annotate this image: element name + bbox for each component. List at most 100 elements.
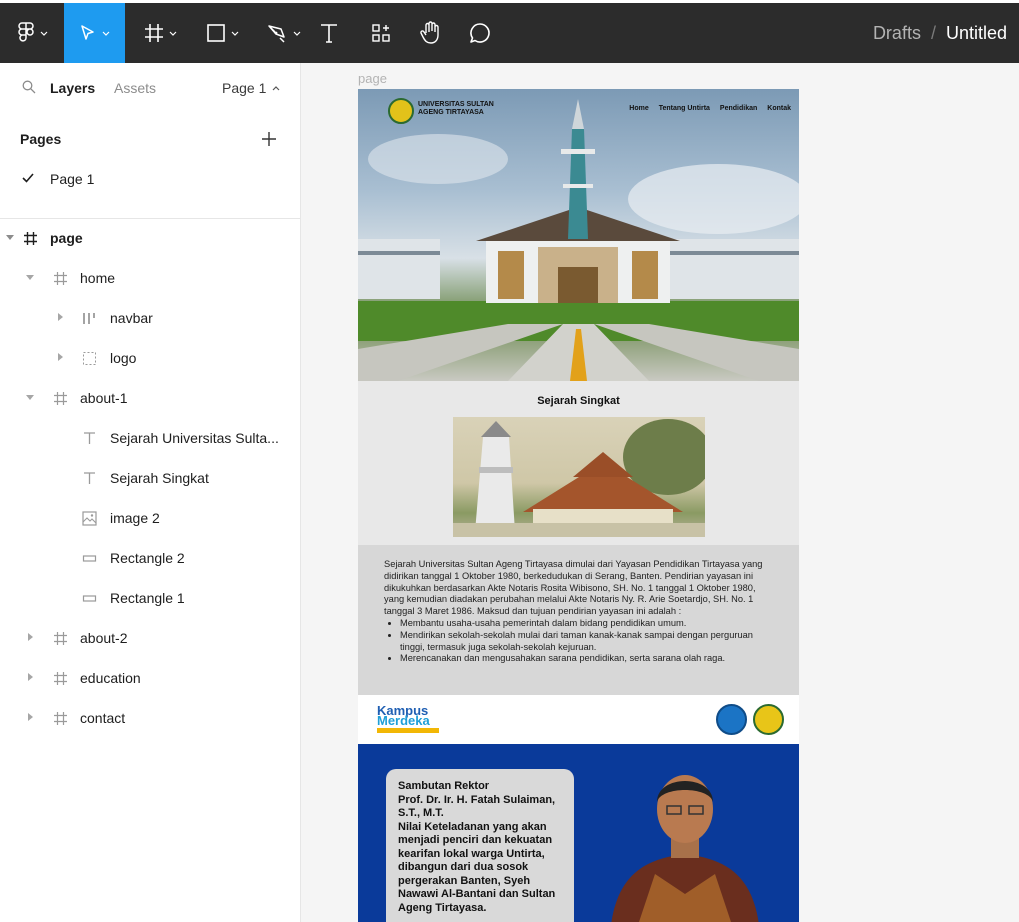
nav-pendidikan-link[interactable]: Pendidikan [720, 105, 757, 112]
chevron-down-icon [293, 31, 300, 36]
caret-collapsed-icon[interactable] [56, 313, 64, 321]
caret-collapsed-icon[interactable] [26, 713, 34, 721]
layer-name: about-1 [80, 390, 128, 406]
page-item-label: Page 1 [50, 171, 95, 187]
page-frame[interactable]: UNIVERSITAS SULTAN AGENG TIRTAYASA Home … [358, 89, 799, 922]
about-1-section[interactable]: Sejarah Singkat [358, 381, 799, 545]
history-illustration [453, 417, 705, 537]
layer-row-logo[interactable]: logo [0, 339, 300, 379]
about-list: Membantu usaha-usaha pemerintah dalam bi… [400, 618, 773, 665]
frame-hash-icon [54, 712, 67, 725]
breadcrumb-drafts[interactable]: Drafts [873, 23, 921, 44]
layer-row-contact[interactable]: contact [0, 699, 300, 739]
kemendikbud-logo [716, 704, 747, 735]
caret-expanded-icon[interactable] [26, 393, 34, 401]
hand-icon [420, 21, 439, 44]
campus-building-photo [358, 99, 799, 381]
shape-tool-button[interactable] [193, 3, 251, 63]
brand-name: UNIVERSITAS SULTAN AGENG TIRTAYASA [418, 101, 508, 117]
layer-name: page [50, 230, 83, 246]
about-list-item: Mendirikan sekolah-sekolah mulai dari ta… [400, 630, 773, 654]
layer-row-page[interactable]: page [0, 219, 300, 259]
nav-kontak-link[interactable]: Kontak [767, 105, 791, 112]
layer-name: Sejarah Singkat [110, 470, 209, 486]
layer-row-about-1[interactable]: about-1 [0, 379, 300, 419]
card-heading: Sambutan Rektor [398, 780, 490, 792]
page-list-item[interactable]: Page 1 [0, 163, 300, 195]
nav-tentang-link[interactable]: Tentang Untirta [659, 105, 710, 112]
about-list-item: Membantu usaha-usaha pemerintah dalam bi… [400, 618, 773, 630]
text-t-icon [84, 432, 95, 444]
tab-layers[interactable]: Layers [50, 80, 95, 96]
comment-tool-button[interactable] [463, 3, 497, 63]
brand-line-2: AGENG TIRTAYASA [418, 109, 484, 116]
breadcrumb: Drafts / Untitled [873, 3, 1007, 63]
layer-row-rectangle-2[interactable]: Rectangle 2 [0, 539, 300, 579]
resources-tool-button[interactable] [363, 3, 399, 63]
hand-tool-button[interactable] [413, 3, 447, 63]
kampus-merdeka-logo-line-2: Merdeka [377, 713, 430, 728]
home-hero-section[interactable]: UNIVERSITAS SULTAN AGENG TIRTAYASA Home … [358, 89, 799, 381]
rectangle-icon [206, 24, 225, 42]
add-page-plus-icon[interactable] [261, 131, 277, 147]
layer-row-about-2[interactable]: about-2 [0, 619, 300, 659]
caret-collapsed-icon[interactable] [26, 633, 34, 641]
components-icon [372, 24, 390, 42]
layer-row-navbar[interactable]: navbar [0, 299, 300, 339]
caret-expanded-icon[interactable] [6, 233, 14, 241]
layer-row-text-sejarah-universitas[interactable]: Sejarah Universitas Sulta... [0, 419, 300, 459]
caret-collapsed-icon[interactable] [56, 353, 64, 361]
layer-row-text-sejarah-singkat[interactable]: Sejarah Singkat [0, 459, 300, 499]
checkmark-icon [22, 173, 34, 183]
layer-row-home[interactable]: home [0, 259, 300, 299]
caret-collapsed-icon[interactable] [26, 673, 34, 681]
rektor-name: Prof. Dr. Ir. H. Fatah Sulaiman, S.T., M… [398, 793, 556, 820]
chevron-down-icon [169, 31, 176, 36]
chevron-up-icon [272, 85, 280, 90]
rektor-photo [611, 775, 759, 922]
text-tool-button[interactable] [312, 3, 346, 63]
chevron-down-icon [102, 31, 110, 36]
nav-home-link[interactable]: Home [629, 105, 648, 112]
layer-row-rectangle-1[interactable]: Rectangle 1 [0, 579, 300, 619]
layer-name: education [80, 670, 141, 686]
frame-tool-button[interactable] [131, 3, 189, 63]
about-list-item: Merencanakan dan mengusahakan sarana pen… [400, 653, 773, 665]
partner-logos-strip[interactable]: Kampus Merdeka [358, 695, 799, 744]
top-toolbar: Drafts / Untitled [0, 0, 1019, 63]
about-1-text-block[interactable]: Sejarah Universitas Sultan Ageng Tirtaya… [358, 545, 799, 695]
tab-assets[interactable]: Assets [114, 80, 156, 96]
frame-label[interactable]: page [358, 71, 387, 86]
frame-hash-icon [54, 392, 67, 405]
move-tool-button[interactable] [64, 3, 125, 63]
file-name[interactable]: Untitled [946, 23, 1007, 44]
frame-hash-icon [54, 272, 67, 285]
about-title: Sejarah Singkat [537, 395, 620, 407]
auto-layout-icon [83, 313, 95, 324]
caret-expanded-icon[interactable] [26, 273, 34, 281]
layer-row-education[interactable]: education [0, 659, 300, 699]
text-t-icon [321, 24, 337, 43]
left-panel: Layers Assets Page 1 Pages Page 1 page h… [0, 63, 301, 922]
main-menu-button[interactable] [0, 3, 64, 63]
rectangle-icon [82, 595, 97, 602]
search-icon[interactable] [22, 80, 36, 94]
layer-row-image-2[interactable]: image 2 [0, 499, 300, 539]
untirta-seal-logo [753, 704, 784, 735]
design-canvas[interactable]: page UNIVERSITAS SULTAN AGENG TIRTAYASA … [301, 63, 1019, 922]
group-dashed-icon [83, 352, 96, 365]
frame-hash-icon [54, 632, 67, 645]
pages-heading: Pages [20, 131, 62, 147]
layer-name: logo [110, 350, 137, 366]
cursor-arrow-icon [81, 25, 94, 40]
image-icon [82, 511, 97, 526]
pen-tool-button[interactable] [254, 3, 312, 63]
chevron-down-icon [40, 31, 47, 36]
about-2-section[interactable]: Sambutan Rektor Prof. Dr. Ir. H. Fatah S… [358, 744, 799, 922]
page-selector[interactable]: Page 1 [222, 80, 280, 96]
text-t-icon [84, 472, 95, 484]
layer-name: Rectangle 2 [110, 550, 185, 566]
untirta-logo[interactable] [388, 98, 414, 124]
frame-hash-icon [24, 232, 37, 245]
chevron-down-icon [231, 31, 238, 36]
